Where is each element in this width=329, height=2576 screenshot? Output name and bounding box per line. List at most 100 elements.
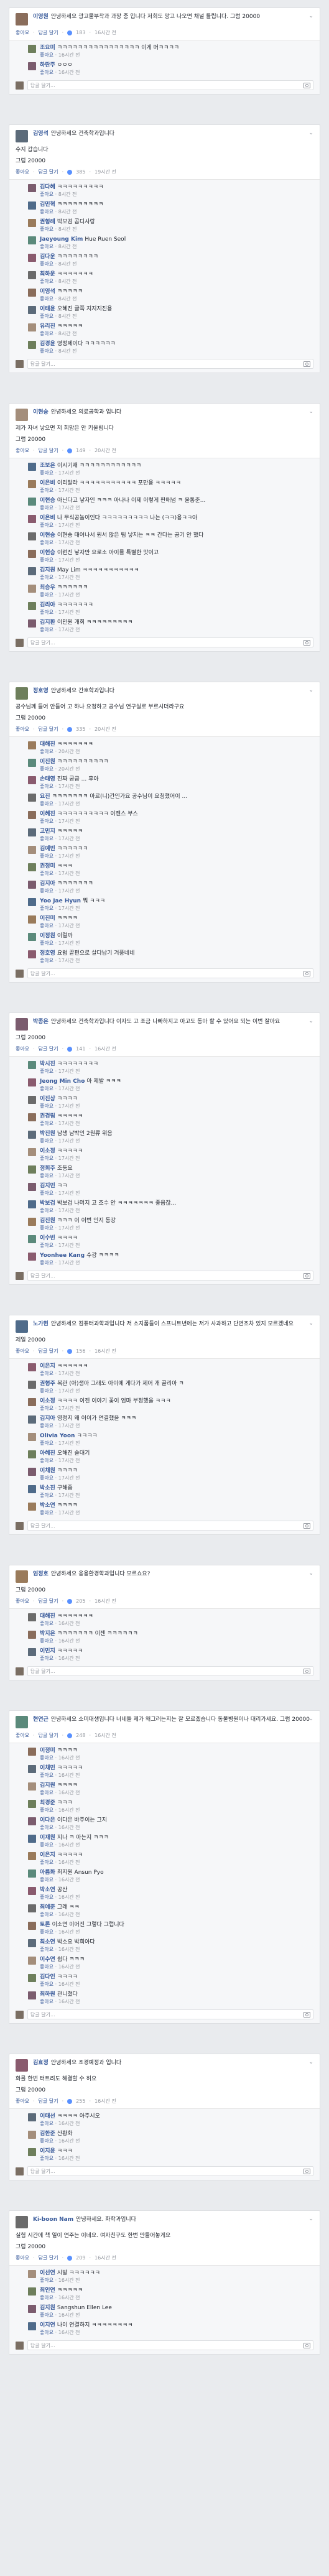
commenter-name[interactable]: 박지은 [40,1631,55,1637]
comment-like-button[interactable]: 좋아요 [40,244,53,249]
commenter-name[interactable]: 정희주 [40,1165,55,1172]
comment-like-button[interactable]: 좋아요 [40,488,53,493]
comment-like-button[interactable]: 좋아요 [40,2330,53,2335]
commenter-name[interactable]: 김지아 [40,1415,55,1422]
commenter-name[interactable]: 김지원 [40,1782,55,1789]
commenter-name[interactable]: 정호영 [40,950,55,957]
commenter-name[interactable]: Olivia Yoon [40,1433,75,1439]
comment-like-button[interactable]: 좋아요 [40,1981,53,1987]
commenter-name[interactable]: Yoonhee Kang [40,1253,85,1259]
avatar[interactable] [28,289,36,297]
comment-like-button[interactable]: 좋아요 [40,209,53,215]
avatar[interactable] [28,915,36,924]
chevron-down-icon[interactable]: ⌄ [308,1570,313,1577]
like-button[interactable]: 좋아요 [16,1598,29,1605]
avatar[interactable] [28,1096,36,1104]
avatar[interactable] [28,306,36,314]
avatar[interactable] [28,480,36,488]
reply-button[interactable]: 답글 달기 [39,1732,58,1739]
avatar[interactable] [28,602,36,610]
camera-icon[interactable] [304,2011,310,2018]
like-button[interactable]: 좋아요 [16,1348,29,1355]
avatar[interactable] [28,45,36,53]
avatar[interactable] [28,2148,36,2156]
avatar[interactable] [28,323,36,331]
reply-input[interactable]: 답글 달기... [27,1521,313,1531]
comment-like-button[interactable]: 좋아요 [40,1807,53,1813]
avatar[interactable] [28,1381,36,1389]
chevron-down-icon[interactable]: ⌄ [308,1716,313,1722]
chevron-down-icon[interactable]: ⌄ [308,130,313,136]
camera-icon[interactable] [304,82,310,88]
like-button[interactable]: 좋아요 [16,726,29,733]
avatar[interactable] [28,776,36,784]
comment-like-button[interactable]: 좋아요 [40,522,53,528]
camera-icon[interactable] [304,1668,310,1674]
comment-like-button[interactable]: 좋아요 [40,2138,53,2144]
avatar[interactable] [28,1061,36,1069]
chevron-down-icon[interactable]: ⌄ [308,13,313,19]
comment-like-button[interactable]: 좋아요 [40,313,53,319]
comment-like-button[interactable]: 좋아요 [40,1912,53,1917]
avatar[interactable] [28,1904,36,1912]
commenter-name[interactable]: 조보은 [40,463,55,469]
comment-like-button[interactable]: 좋아요 [40,1423,53,1429]
comment-like-button[interactable]: 좋아요 [40,348,53,354]
commenter-name[interactable]: 최소연 [40,1939,55,1945]
commenter-name[interactable]: 최하원 [40,1991,55,1998]
commenter-name[interactable]: 김경윤 [40,341,55,347]
comment-like-button[interactable]: 좋아요 [40,226,53,232]
comment-like-button[interactable]: 좋아요 [40,331,53,336]
avatar[interactable] [28,1939,36,1947]
avatar[interactable] [28,2131,36,2139]
avatar[interactable] [28,184,36,192]
like-button[interactable]: 좋아요 [16,2098,29,2105]
avatar[interactable] [28,1765,36,1773]
avatar[interactable] [28,2322,36,2330]
reply-input[interactable]: 답글 달기... [27,637,313,647]
commenter-name[interactable]: 권형주 [40,1381,55,1387]
avatar[interactable] [28,532,36,540]
comment-like-button[interactable]: 좋아요 [40,2295,53,2300]
comment-like-button[interactable]: 좋아요 [40,906,53,911]
commenter-name[interactable]: 이은지 [40,1852,55,1858]
comment-like-button[interactable]: 좋아요 [40,1772,53,1778]
commenter-name[interactable]: 조요미 [40,45,55,51]
avatar[interactable] [28,2270,36,2278]
avatar[interactable] [28,1183,36,1191]
commenter-name[interactable]: 박진원 [40,1131,55,1137]
reply-input[interactable]: 답글 달기... [27,968,313,978]
comment-like-button[interactable]: 좋아요 [40,1086,53,1091]
commenter-name[interactable]: 박소연 [40,1503,55,1509]
comment-like-button[interactable]: 좋아요 [40,557,53,563]
commenter-name[interactable]: 이영석 [40,289,55,295]
reply-button[interactable]: 답글 달기 [39,726,58,733]
commenter-name[interactable]: 이혜진 [40,811,55,817]
avatar[interactable] [28,950,36,958]
chevron-down-icon[interactable]: ⌄ [308,1320,313,1327]
camera-icon[interactable] [304,639,310,646]
avatar[interactable] [28,1922,36,1930]
commenter-name[interactable]: 권정미 [40,863,55,869]
post-author[interactable]: 김효정 [33,2060,49,2066]
avatar[interactable] [28,898,36,906]
comment-like-button[interactable]: 좋아요 [40,2312,53,2318]
comment-like-button[interactable]: 좋아요 [40,1458,53,1463]
commenter-name[interactable]: 박보검 [40,1200,55,1207]
commenter-name[interactable]: 최예준 [40,1904,55,1911]
avatar[interactable] [28,619,36,628]
post-author[interactable]: 엄정호 [33,1571,49,1577]
commenter-name[interactable]: 손태영 [40,776,55,782]
commenter-name[interactable]: 고민지 [40,828,55,835]
avatar[interactable] [28,1887,36,1895]
comment-like-button[interactable]: 좋아요 [40,609,53,615]
comment-like-button[interactable]: 좋아요 [40,818,53,824]
comment-like-button[interactable]: 좋아요 [40,766,53,772]
comment-like-button[interactable]: 좋아요 [40,540,53,545]
comment-like-button[interactable]: 좋아요 [40,1406,53,1411]
commenter-name[interactable]: 이태윤 [40,306,55,312]
avatar[interactable] [28,1078,36,1086]
comment-like-button[interactable]: 좋아요 [40,261,53,267]
commenter-name[interactable]: Jaeyoung Kim [40,236,83,243]
commenter-name[interactable]: 이채원 [40,1468,55,1474]
